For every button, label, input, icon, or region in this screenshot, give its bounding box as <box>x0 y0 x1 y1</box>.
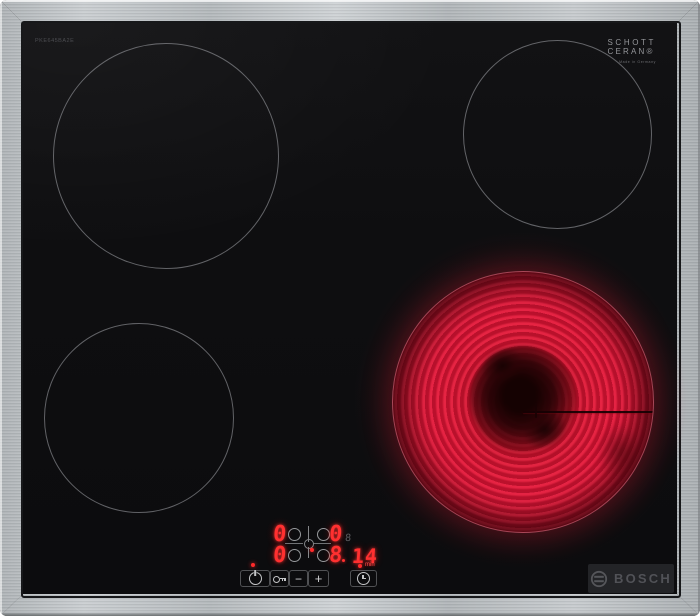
zone-select-front-left[interactable] <box>288 549 301 562</box>
clock-icon <box>357 572 370 585</box>
cooking-zone-front-left <box>44 323 234 513</box>
cooktop: PKE645BA2E SCHOTT CERAN® Made in Germany… <box>0 0 700 616</box>
cooktop-photo: PKE645BA2E SCHOTT CERAN® Made in Germany… <box>0 0 700 616</box>
cooking-zone-back-left <box>53 43 279 269</box>
display-divider-bottom <box>308 547 309 558</box>
front-right-decimal-dot <box>342 559 345 562</box>
power-indicator-dot <box>251 563 255 567</box>
display-front-left-level: 0 <box>272 545 287 567</box>
layout-line-left <box>285 543 303 544</box>
model-number: PKE645BA2E <box>35 38 74 44</box>
minus-button[interactable]: − <box>289 570 308 587</box>
bosch-badge: BOSCH <box>588 564 674 593</box>
active-zone-dot <box>310 548 314 552</box>
timer-button[interactable] <box>350 570 377 587</box>
cooking-zone-back-right <box>463 40 652 229</box>
layout-line-right <box>313 543 331 544</box>
element-cut-line <box>523 411 653 413</box>
child-lock-button[interactable] <box>270 570 289 587</box>
key-icon <box>273 575 286 582</box>
zone-select-back-left[interactable] <box>288 528 301 541</box>
element-dark-patch <box>589 412 651 492</box>
standby-symbol: 8 <box>345 533 352 544</box>
timer-active-dot <box>358 564 362 568</box>
schott-ceran-line1: SCHOTT <box>608 38 657 47</box>
bosch-emblem-icon <box>590 570 608 588</box>
power-icon <box>249 572 262 585</box>
bosch-logo-text: BOSCH <box>614 571 672 586</box>
display-front-right-level: 8 <box>328 545 343 567</box>
cooking-zone-front-right-active <box>392 271 654 533</box>
schott-ceran-line2: CERAN® <box>608 47 657 56</box>
plus-button[interactable]: + <box>308 570 329 587</box>
timer-unit-label: min <box>365 562 375 568</box>
element-sensor-nub <box>535 402 537 418</box>
element-center-swirl <box>470 346 576 452</box>
power-button[interactable] <box>240 570 270 587</box>
